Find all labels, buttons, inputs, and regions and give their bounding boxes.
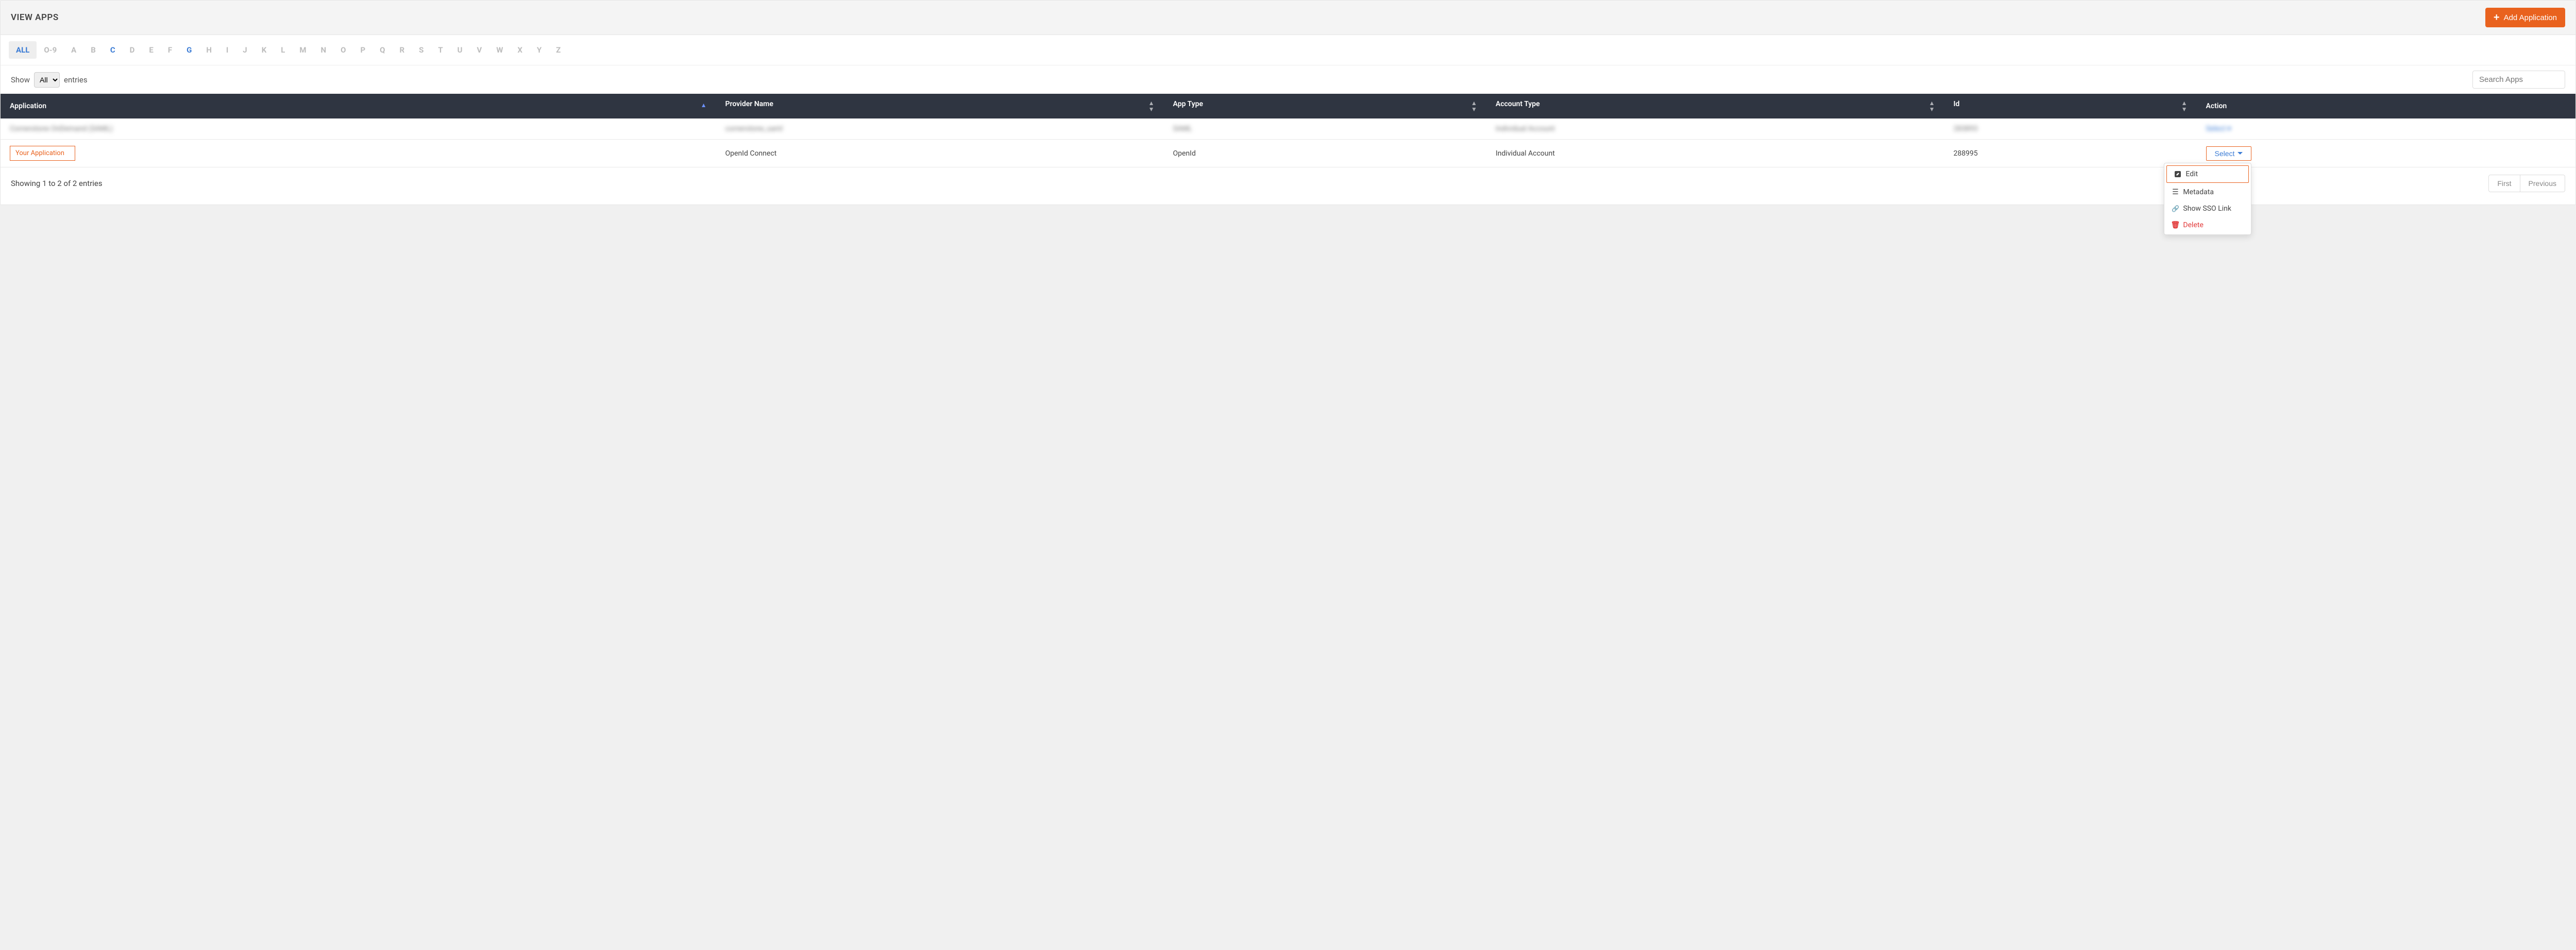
col-account-type[interactable]: Account Type▲▼ bbox=[1486, 94, 1944, 118]
show-entries-control: Show All entries bbox=[11, 72, 88, 88]
action-cell: SelectEdit☰Metadata🔗Show SSO Link🗑Delete bbox=[2197, 140, 2576, 167]
alpha-item-e[interactable]: E bbox=[142, 41, 160, 59]
dropdown-item-metadata[interactable]: ☰ Metadata bbox=[2164, 184, 2251, 200]
alpha-item-x[interactable]: X bbox=[510, 41, 530, 59]
show-label-suffix: entries bbox=[64, 75, 88, 84]
provider-cell: OpenId Connect bbox=[716, 140, 1164, 167]
dropdown-item-label: Metadata bbox=[2183, 188, 2214, 196]
add-application-button[interactable]: + Add Application bbox=[2485, 8, 2565, 27]
panel-header: VIEW APPS + Add Application bbox=[1, 1, 2575, 35]
alpha-item-h[interactable]: H bbox=[199, 41, 219, 59]
alpha-item-f[interactable]: F bbox=[161, 41, 179, 59]
show-label-prefix: Show bbox=[11, 75, 30, 84]
add-application-label: Add Application bbox=[2504, 13, 2557, 22]
link-icon: 🔗 bbox=[2172, 205, 2179, 212]
entries-select[interactable]: All bbox=[34, 72, 60, 88]
alpha-item-m[interactable]: M bbox=[292, 41, 313, 59]
alpha-item-u[interactable]: U bbox=[450, 41, 470, 59]
alpha-item-w[interactable]: W bbox=[489, 41, 510, 59]
col-id[interactable]: Id▲▼ bbox=[1944, 94, 2197, 118]
alpha-item-g[interactable]: G bbox=[179, 41, 199, 59]
account-type-cell: Individual Account bbox=[1486, 118, 1944, 140]
app-type-cell: OpenId bbox=[1164, 140, 1486, 167]
panel-title: VIEW APPS bbox=[11, 12, 59, 23]
alpha-item-n[interactable]: N bbox=[314, 41, 334, 59]
id-cell: 288995 bbox=[1944, 140, 2197, 167]
provider-cell: cornerstone_saml bbox=[716, 118, 1164, 140]
pager-first-button[interactable]: First bbox=[2488, 175, 2520, 192]
account-type-cell: Individual Account bbox=[1486, 140, 1944, 167]
sort-icon: ▲▼ bbox=[2181, 100, 2188, 112]
pencil-icon bbox=[2174, 171, 2181, 178]
dropdown-item-edit[interactable]: Edit bbox=[2166, 165, 2249, 183]
app-type-cell: SAML bbox=[1164, 118, 1486, 140]
alpha-item-o-9[interactable]: O-9 bbox=[37, 41, 64, 59]
sort-icon: ▲▼ bbox=[1929, 100, 1935, 112]
col-application[interactable]: Application▲ bbox=[1, 94, 716, 118]
dropdown-item-show-sso-link[interactable]: 🔗 Show SSO Link bbox=[2164, 200, 2251, 217]
alpha-item-l[interactable]: L bbox=[274, 41, 292, 59]
entries-info: Showing 1 to 2 of 2 entries bbox=[11, 179, 103, 188]
dropdown-item-label: Delete bbox=[2183, 221, 2203, 229]
search-box bbox=[2472, 71, 2565, 89]
pager-previous-button[interactable]: Previous bbox=[2520, 175, 2565, 192]
plus-icon: + bbox=[2494, 12, 2500, 23]
alpha-item-b[interactable]: B bbox=[83, 41, 103, 59]
alpha-item-z[interactable]: Z bbox=[549, 41, 568, 59]
dropdown-item-label: Edit bbox=[2185, 170, 2198, 178]
alpha-item-p[interactable]: P bbox=[353, 41, 372, 59]
apps-table: Application▲Provider Name▲▼App Type▲▼Acc… bbox=[1, 94, 2575, 167]
table-row: Your Application OpenId ConnectOpenIdIndi… bbox=[1, 140, 2575, 167]
application-cell[interactable]: Cornerstone OnDemand (SAML) bbox=[1, 118, 716, 140]
alpha-item-o[interactable]: O bbox=[333, 41, 353, 59]
col-action[interactable]: Action bbox=[2197, 94, 2576, 118]
search-input[interactable] bbox=[2472, 71, 2565, 89]
alpha-item-q[interactable]: Q bbox=[372, 41, 392, 59]
select-dropdown-wrap: SelectEdit☰Metadata🔗Show SSO Link🗑Delete bbox=[2206, 146, 2252, 161]
id-cell: 283893 bbox=[1944, 118, 2197, 140]
table-body: Cornerstone OnDemand (SAML)cornerstone_s… bbox=[1, 118, 2575, 167]
select-dropdown-button[interactable]: Select ▾ bbox=[2206, 125, 2231, 133]
controls-row: Show All entries bbox=[1, 65, 2575, 94]
application-link[interactable]: Your Application bbox=[10, 146, 75, 161]
dropdown-item-label: Show SSO Link bbox=[2183, 205, 2231, 213]
trash-icon: 🗑 bbox=[2172, 222, 2179, 229]
action-cell: Select ▾ bbox=[2197, 118, 2576, 140]
alpha-item-k[interactable]: K bbox=[255, 41, 274, 59]
alpha-filter: ALLO-9ABCDEFGHIJKLMNOPQRSTUVWXYZ bbox=[1, 35, 2575, 65]
table-row: Cornerstone OnDemand (SAML)cornerstone_s… bbox=[1, 118, 2575, 140]
sort-asc-icon: ▲ bbox=[701, 102, 707, 108]
dropdown-item-delete[interactable]: 🗑 Delete bbox=[2164, 217, 2251, 233]
sort-icon: ▲▼ bbox=[1471, 100, 1477, 112]
list-icon: ☰ bbox=[2172, 189, 2179, 196]
select-label: Select bbox=[2215, 149, 2235, 158]
col-provider-name[interactable]: Provider Name▲▼ bbox=[716, 94, 1164, 118]
action-dropdown-menu: Edit ☰ Metadata 🔗 Show SSO Link 🗑 Delete bbox=[2164, 163, 2251, 235]
alpha-item-r[interactable]: R bbox=[392, 41, 412, 59]
table-head: Application▲Provider Name▲▼App Type▲▼Acc… bbox=[1, 94, 2575, 118]
col-app-type[interactable]: App Type▲▼ bbox=[1164, 94, 1486, 118]
alpha-item-y[interactable]: Y bbox=[530, 41, 549, 59]
alpha-item-s[interactable]: S bbox=[412, 41, 431, 59]
view-apps-panel: VIEW APPS + Add Application ALLO-9ABCDEF… bbox=[0, 0, 2576, 205]
caret-down-icon bbox=[2238, 152, 2243, 155]
alpha-item-c[interactable]: C bbox=[103, 41, 123, 59]
select-dropdown-button[interactable]: Select bbox=[2206, 146, 2252, 161]
panel-body: ALLO-9ABCDEFGHIJKLMNOPQRSTUVWXYZ Show Al… bbox=[1, 35, 2575, 205]
alpha-item-j[interactable]: J bbox=[235, 41, 254, 59]
pager: FirstPrevious bbox=[2488, 175, 2565, 192]
alpha-item-all[interactable]: ALL bbox=[9, 41, 37, 59]
alpha-item-d[interactable]: D bbox=[123, 41, 142, 59]
alpha-item-v[interactable]: V bbox=[470, 41, 489, 59]
alpha-item-t[interactable]: T bbox=[431, 41, 450, 59]
alpha-item-a[interactable]: A bbox=[64, 41, 83, 59]
sort-icon: ▲▼ bbox=[1148, 100, 1155, 112]
alpha-item-i[interactable]: I bbox=[219, 41, 235, 59]
